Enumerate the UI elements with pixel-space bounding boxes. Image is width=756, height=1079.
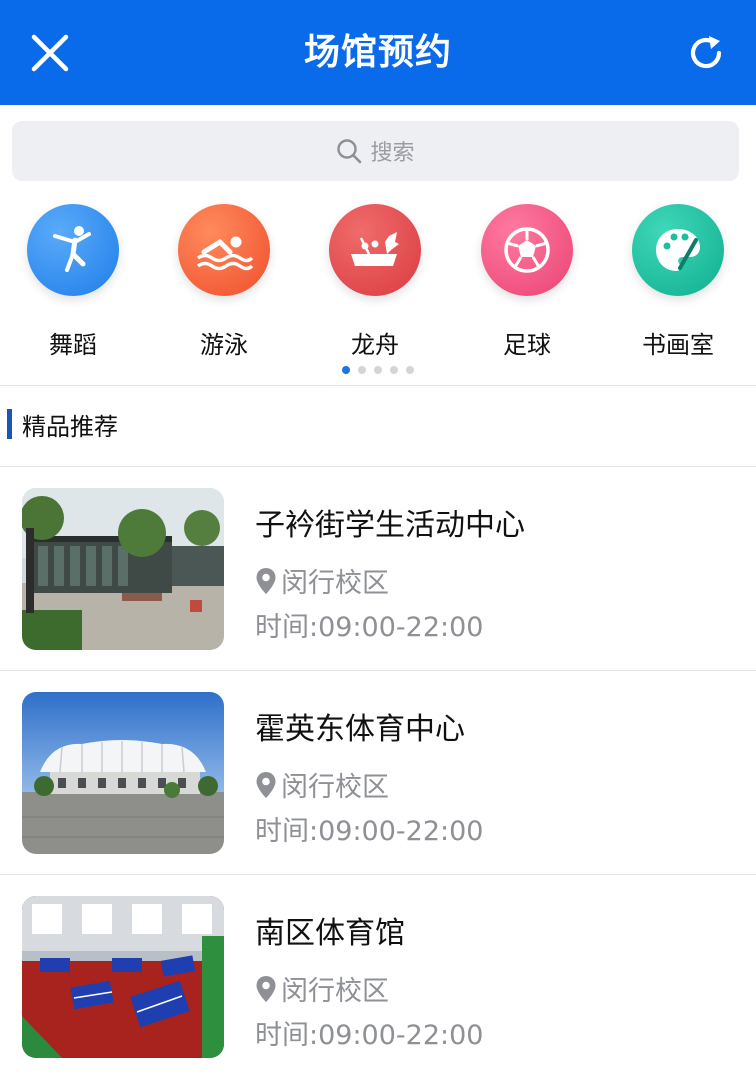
venue-campus: 闵行校区 <box>281 976 389 1007</box>
search-input[interactable]: 搜索 <box>12 121 739 181</box>
divider <box>0 670 756 671</box>
divider <box>0 466 756 467</box>
venue-name: 霍英东体育中心 <box>255 712 465 747</box>
category-label: 舞蹈 <box>49 331 97 359</box>
football-icon <box>504 227 550 273</box>
building-photo <box>22 488 224 650</box>
category-label: 龙舟 <box>351 331 399 359</box>
venue-name: 南区体育馆 <box>255 916 405 951</box>
palette-icon <box>656 229 700 271</box>
dance-icon <box>53 226 91 272</box>
venue-location: 闵行校区 <box>255 765 389 804</box>
pager-dot[interactable] <box>406 366 414 374</box>
category-label: 书画室 <box>642 331 714 359</box>
venue-hours: 时间:09:00-22:00 <box>255 816 484 847</box>
category-carousel[interactable]: 舞蹈 游泳 龙舟 足球 书画室 <box>0 197 756 367</box>
location-pin-icon <box>256 975 276 1002</box>
carousel-pager <box>0 366 756 374</box>
category-football[interactable]: 足球 <box>462 197 592 360</box>
app-header: 场馆预约 <box>0 0 756 105</box>
search-icon <box>337 139 362 164</box>
venue-location: 闵行校区 <box>255 969 389 1008</box>
venue-item[interactable]: 子衿街学生活动中心 闵行校区 时间:09:00-22:00 <box>0 468 756 671</box>
venue-hours: 时间:09:00-22:00 <box>255 612 484 643</box>
refresh-icon <box>690 36 722 69</box>
venue-location: 闵行校区 <box>255 561 389 600</box>
refresh-button[interactable] <box>678 25 734 81</box>
section-title: 精品推荐 <box>22 412 118 441</box>
page-title: 场馆预约 <box>303 32 452 73</box>
section-accent-bar <box>7 409 12 439</box>
venue-hours: 时间:09:00-22:00 <box>255 1020 484 1051</box>
dragon-boat-icon <box>351 232 399 266</box>
pager-dot[interactable] <box>390 366 398 374</box>
divider <box>0 385 756 386</box>
gym-photo <box>22 896 224 1058</box>
venue-name: 子衿街学生活动中心 <box>255 508 525 543</box>
category-painting-room[interactable]: 书画室 <box>613 197 743 360</box>
venue-campus: 闵行校区 <box>281 772 389 803</box>
category-label: 游泳 <box>200 331 248 359</box>
swim-icon <box>196 236 254 271</box>
location-pin-icon <box>256 771 276 798</box>
venue-item[interactable]: 霍英东体育中心 闵行校区 时间:09:00-22:00 <box>0 672 756 875</box>
venue-campus: 闵行校区 <box>281 568 389 599</box>
pager-dot[interactable] <box>342 366 350 374</box>
pager-dot[interactable] <box>358 366 366 374</box>
section-header: 精品推荐 <box>0 405 118 443</box>
category-dragon-boat[interactable]: 龙舟 <box>310 197 440 360</box>
category-dance[interactable]: 舞蹈 <box>8 197 138 360</box>
category-label: 足球 <box>503 331 551 359</box>
category-swim[interactable]: 游泳 <box>159 197 289 360</box>
stadium-photo <box>22 692 224 854</box>
divider <box>0 874 756 875</box>
location-pin-icon <box>256 567 276 594</box>
venue-item[interactable]: 南区体育馆 闵行校区 时间:09:00-22:00 <box>0 876 756 1079</box>
pager-dot[interactable] <box>374 366 382 374</box>
search-placeholder: 搜索 <box>370 141 415 166</box>
